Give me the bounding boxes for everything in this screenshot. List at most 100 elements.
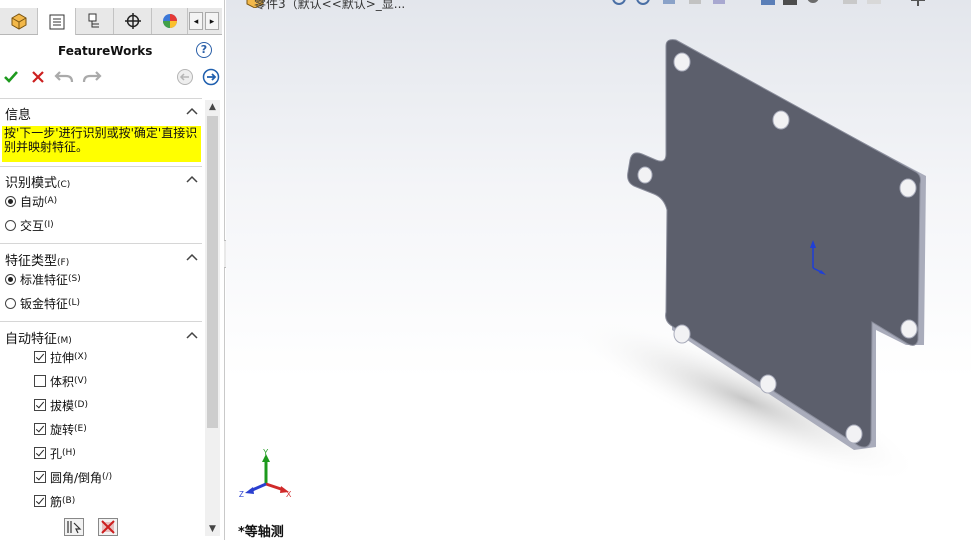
previous-button[interactable] bbox=[174, 66, 196, 88]
chevron-up-icon[interactable] bbox=[186, 253, 198, 261]
checkbox-draft[interactable]: 拔模 (D) bbox=[34, 396, 88, 414]
chevron-up-icon[interactable] bbox=[186, 331, 198, 339]
radio-label: 交互 bbox=[20, 218, 45, 233]
checkbox-fillet-chamfer[interactable]: 圆角/倒角 (/) bbox=[34, 468, 112, 486]
auto-features-title: 自动特征 bbox=[5, 332, 58, 347]
shortcut-key: (X) bbox=[74, 352, 88, 362]
checkbox-extrude[interactable]: 拉伸 (X) bbox=[34, 348, 87, 366]
panel-action-bar bbox=[0, 66, 222, 90]
display-manager-color-wheel-icon bbox=[162, 14, 177, 28]
delete-features-icon bbox=[101, 520, 115, 534]
checkbox-label: 拔模 bbox=[50, 398, 75, 413]
shortcut-key: (L) bbox=[68, 298, 81, 308]
radio-standard-features[interactable]: 标准特征 (S) bbox=[5, 270, 81, 288]
feature-options-icon bbox=[67, 521, 82, 534]
panel-scrollbar[interactable]: ▲ ▼ bbox=[205, 100, 220, 536]
divider bbox=[0, 98, 202, 99]
chevron-up-icon[interactable] bbox=[186, 107, 198, 115]
configuration-manager-icon bbox=[88, 13, 99, 28]
divider bbox=[0, 166, 202, 167]
checkbox-revolve[interactable]: 旋转 (E) bbox=[34, 420, 87, 438]
help-icon[interactable]: ? bbox=[196, 42, 212, 58]
checkbox-rib[interactable]: 筋 (B) bbox=[34, 492, 75, 510]
manager-tab-bar: ◂ ▸ bbox=[0, 8, 222, 35]
reference-triad-icon: Y Z X bbox=[239, 448, 292, 499]
scroll-down-arrow[interactable]: ▼ bbox=[205, 522, 220, 536]
close-icon bbox=[32, 71, 44, 83]
cancel-button[interactable] bbox=[27, 66, 49, 88]
feature-type-header[interactable]: 特征类型(F) bbox=[5, 250, 69, 269]
recognition-mode-shortcut: (C) bbox=[57, 180, 71, 190]
checkbox-checked[interactable] bbox=[34, 495, 46, 507]
dimxpert-crosshair-icon bbox=[124, 13, 141, 29]
chevron-up-icon[interactable] bbox=[186, 175, 198, 183]
property-manager-icon bbox=[49, 14, 64, 29]
ok-button[interactable] bbox=[0, 66, 22, 88]
auto-features-header[interactable]: 自动特征(M) bbox=[5, 328, 72, 347]
recognition-mode-header[interactable]: 识别模式(C) bbox=[5, 172, 70, 191]
checkbox-checked[interactable] bbox=[34, 423, 46, 435]
checkbox-label: 圆角/倒角 bbox=[50, 470, 103, 485]
tab-scroll-left-button[interactable]: ◂ bbox=[189, 12, 203, 30]
graphics-viewport[interactable]: 零件3（默认<<默认>_显... Y Z X *等轴测 bbox=[226, 0, 971, 540]
radio-sheetmetal-features[interactable]: 钣金特征 (L) bbox=[5, 294, 80, 312]
checkbox-label: 孔 bbox=[50, 446, 63, 461]
checkbox-checked[interactable] bbox=[34, 447, 46, 459]
checkbox-checked[interactable] bbox=[34, 351, 46, 363]
checkbox-checked[interactable] bbox=[34, 471, 46, 483]
arrow-left-circle-icon bbox=[177, 69, 193, 85]
property-manager-tab[interactable] bbox=[38, 8, 76, 35]
divider bbox=[0, 243, 202, 244]
scroll-thumb[interactable] bbox=[207, 116, 218, 428]
shortcut-key: (V) bbox=[74, 376, 88, 386]
shortcut-key: (D) bbox=[74, 400, 88, 410]
recognition-mode-title: 识别模式 bbox=[5, 176, 58, 191]
tab-scroll-right-button[interactable]: ▸ bbox=[205, 12, 219, 30]
checkbox-unchecked[interactable] bbox=[34, 375, 46, 387]
radio-label: 标准特征 bbox=[20, 272, 69, 287]
shortcut-key: (/) bbox=[102, 472, 113, 482]
feature-manager-tab[interactable] bbox=[0, 8, 38, 34]
display-manager-tab[interactable] bbox=[152, 8, 188, 34]
radio-button[interactable] bbox=[5, 297, 16, 309]
scroll-up-arrow[interactable]: ▲ bbox=[205, 100, 220, 114]
triad-y-label: Y bbox=[263, 448, 269, 457]
part-model-view[interactable]: Y Z X bbox=[226, 0, 971, 540]
view-orientation-label: *等轴测 bbox=[238, 525, 284, 540]
auto-features-section: 自动特征(M) bbox=[0, 328, 202, 348]
checkbox-volume[interactable]: 体积 (V) bbox=[34, 372, 87, 390]
dimxpert-manager-tab[interactable] bbox=[114, 8, 152, 34]
radio-button[interactable] bbox=[5, 219, 16, 231]
triad-z-label: Z bbox=[239, 490, 244, 499]
shortcut-key: (S) bbox=[68, 274, 81, 284]
auto-features-shortcut: (M) bbox=[57, 336, 72, 346]
redo-button[interactable] bbox=[81, 66, 103, 88]
radio-auto[interactable]: 自动 (A) bbox=[5, 192, 57, 210]
radio-interactive[interactable]: 交互 (I) bbox=[5, 216, 54, 234]
feature-manager-icon bbox=[11, 13, 26, 30]
checkbox-checked[interactable] bbox=[34, 399, 46, 411]
info-message: 按'下一步'进行识别或按'确定'直接识别并映射特征。 bbox=[2, 126, 201, 162]
feature-type-section: 特征类型(F) bbox=[0, 250, 202, 270]
radio-button-selected[interactable] bbox=[5, 195, 16, 207]
checkbox-label: 旋转 bbox=[50, 422, 75, 437]
triad-x-label: X bbox=[286, 490, 292, 499]
redo-icon bbox=[82, 71, 102, 83]
shortcut-key: (B) bbox=[62, 496, 76, 506]
feature-type-shortcut: (F) bbox=[57, 258, 70, 268]
feature-options-button[interactable] bbox=[64, 518, 84, 536]
radio-label: 钣金特征 bbox=[20, 296, 69, 311]
checkmark-icon bbox=[4, 71, 18, 83]
shortcut-key: (A) bbox=[44, 196, 58, 206]
shortcut-key: (E) bbox=[74, 424, 87, 434]
checkbox-hole[interactable]: 孔 (H) bbox=[34, 444, 76, 462]
radio-button-selected[interactable] bbox=[5, 273, 16, 285]
clear-features-button[interactable] bbox=[98, 518, 118, 536]
undo-button[interactable] bbox=[53, 66, 75, 88]
checkbox-label: 体积 bbox=[50, 374, 75, 389]
next-button[interactable] bbox=[200, 66, 222, 88]
configuration-manager-tab[interactable] bbox=[76, 8, 114, 34]
arrow-right-circle-icon bbox=[202, 68, 220, 86]
undo-icon bbox=[54, 71, 74, 83]
shortcut-key: (I) bbox=[44, 220, 54, 230]
